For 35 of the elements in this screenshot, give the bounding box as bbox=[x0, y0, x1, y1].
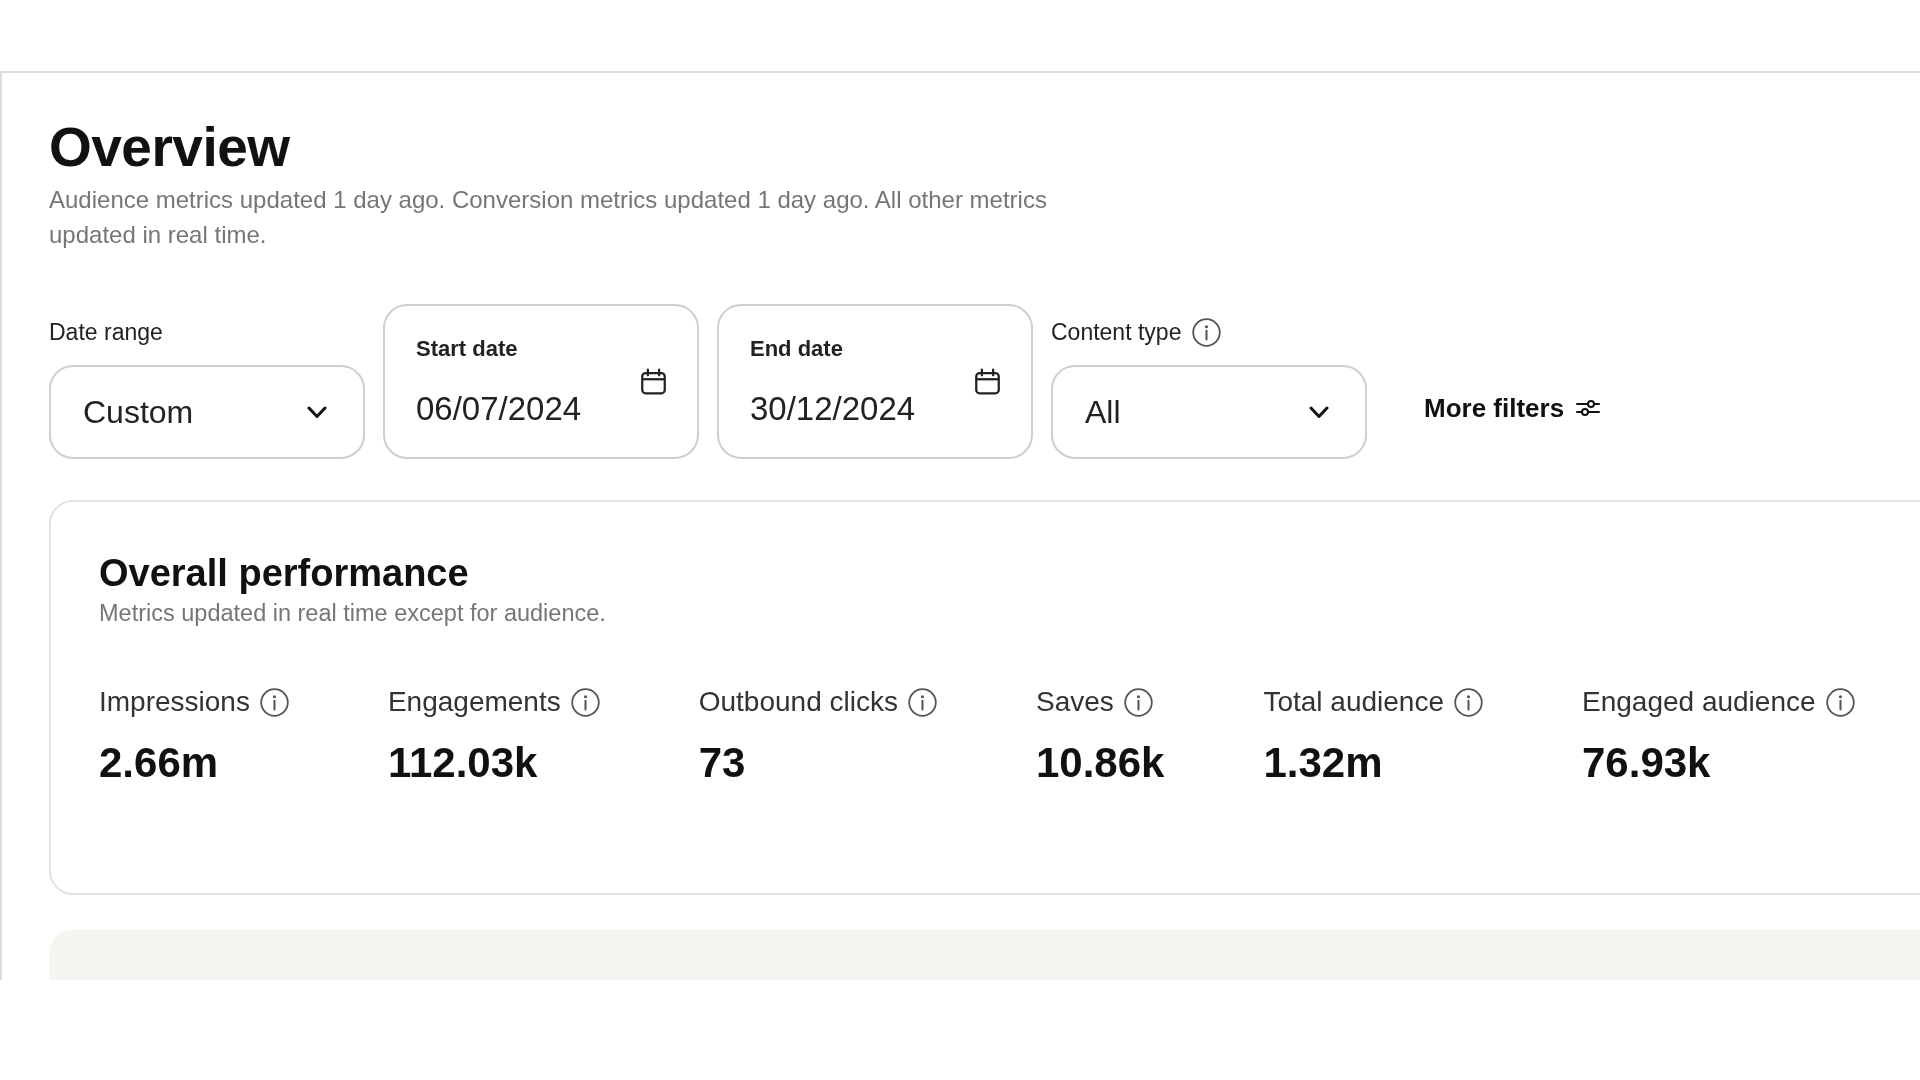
info-icon[interactable] bbox=[1825, 687, 1855, 717]
metric-label: Saves bbox=[1035, 685, 1114, 719]
metric-label: Impressions bbox=[99, 685, 250, 719]
more-filters-button[interactable]: More filters bbox=[1424, 365, 1601, 459]
chevron-icon bbox=[1309, 405, 1329, 419]
metric-value: 76.93k bbox=[1582, 739, 1711, 787]
sliders-icon bbox=[1576, 399, 1601, 417]
field-label: Date range bbox=[49, 318, 163, 347]
info-icon[interactable] bbox=[907, 687, 937, 717]
metric-value: 2.66m bbox=[99, 739, 219, 787]
metric-label: Engagements bbox=[387, 685, 561, 719]
dropdown[interactable]: Custom bbox=[49, 365, 365, 459]
info-icon[interactable] bbox=[1123, 687, 1153, 717]
calendar-icon[interactable] bbox=[640, 368, 667, 395]
metric-label: Total audience bbox=[1263, 685, 1444, 719]
page-subtitle: Audience metrics updated 1 day ago. Conversion metrics updated 1 day ago. All other metrics updated in real time. bbox=[49, 185, 1048, 250]
card-title: Overall performance bbox=[99, 551, 469, 596]
card-subtitle: Metrics updated in real time except for audience. bbox=[99, 599, 606, 627]
metric-value: 1.32m bbox=[1263, 739, 1383, 787]
info-icon[interactable] bbox=[259, 687, 289, 717]
metric-value: 10.86k bbox=[1035, 739, 1165, 787]
metric-label: Engaged audience bbox=[1582, 685, 1816, 719]
metric-value: 73 bbox=[698, 739, 746, 787]
dropdown[interactable]: All bbox=[1051, 365, 1367, 459]
date-field[interactable]: End date 30/12/2024 bbox=[717, 304, 1033, 459]
calendar-icon[interactable] bbox=[974, 368, 1001, 395]
info-icon[interactable] bbox=[1454, 687, 1483, 717]
metric-label: Outbound clicks bbox=[698, 685, 898, 719]
info-icon[interactable] bbox=[570, 687, 600, 717]
info-icon[interactable] bbox=[1192, 317, 1222, 347]
chevron-icon bbox=[307, 405, 327, 419]
metric-value: 112.03k bbox=[387, 739, 538, 787]
field-label: Content type bbox=[1051, 318, 1182, 347]
date-field[interactable]: Start date 06/07/2024 bbox=[383, 304, 699, 459]
page-title: Overview bbox=[49, 116, 290, 178]
